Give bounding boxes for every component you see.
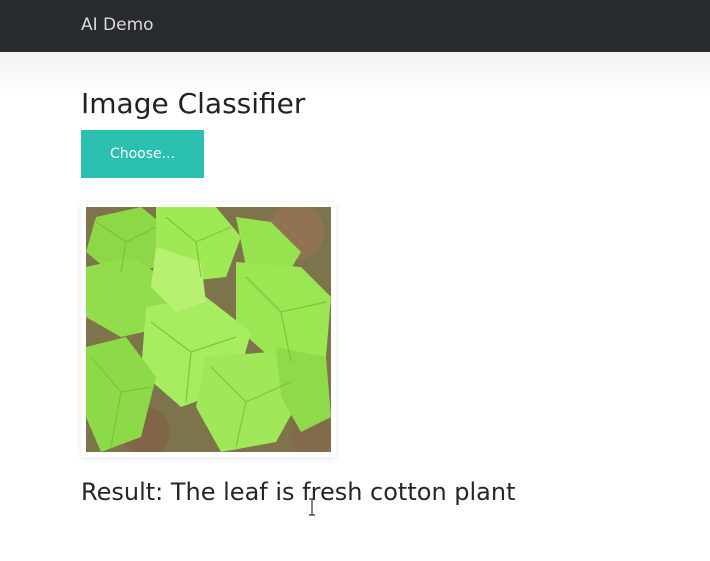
choose-file-button[interactable]: Choose... bbox=[81, 130, 204, 178]
page-title: Image Classifier bbox=[81, 87, 306, 120]
result-text: Result: The leaf is fresh cotton plant bbox=[81, 478, 516, 506]
leaf-photo bbox=[86, 207, 331, 452]
brand-link[interactable]: AI Demo bbox=[81, 14, 154, 36]
image-preview bbox=[81, 202, 336, 457]
text-cursor-icon bbox=[309, 498, 315, 516]
top-navbar: AI Demo bbox=[0, 0, 710, 52]
